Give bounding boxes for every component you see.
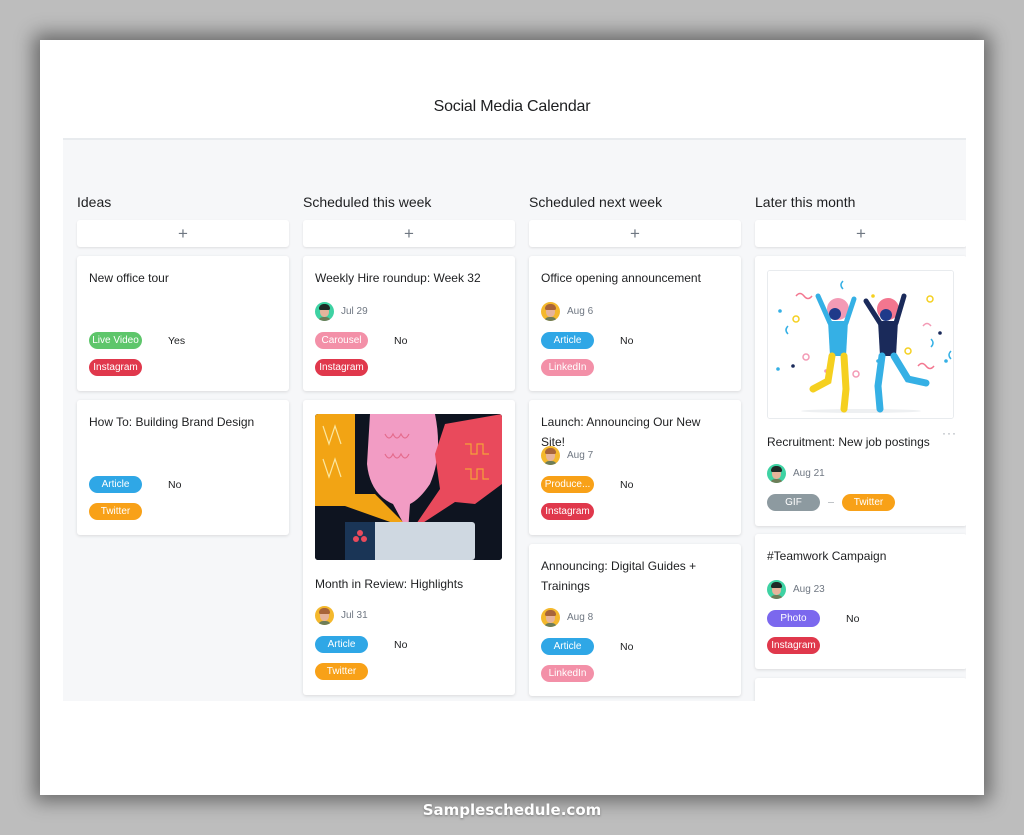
add-task-button[interactable]: + xyxy=(755,220,966,247)
due-date: Jul 29 xyxy=(341,306,368,317)
plus-icon: + xyxy=(856,223,866,243)
assignee-avatar[interactable] xyxy=(315,606,334,625)
card-title: New office tour xyxy=(89,271,169,285)
column-title: Scheduled this week xyxy=(303,194,432,210)
page-title: Social Media Calendar xyxy=(433,98,591,115)
add-task-button[interactable]: + xyxy=(77,220,289,247)
approved-value: No xyxy=(394,334,408,347)
task-card[interactable]: Recruitment: New job postings ··· Aug 21… xyxy=(755,256,966,526)
assignee-avatar[interactable] xyxy=(541,446,560,465)
task-card[interactable]: Announcing: Digital Guides + Trainings A… xyxy=(529,544,741,696)
channel-tag[interactable]: Twitter xyxy=(315,663,368,680)
card-title: Month in Review: Highlights xyxy=(315,577,464,591)
format-tag[interactable]: Article xyxy=(89,476,142,493)
format-tag[interactable]: Carousel xyxy=(315,332,368,349)
approved-value: No xyxy=(620,478,634,491)
channel-tag[interactable]: Instagram xyxy=(315,359,368,376)
approved-value: No xyxy=(394,638,408,651)
assignee-avatar[interactable] xyxy=(541,302,560,321)
document-frame: Social Media Calendar Ideas + New office… xyxy=(40,40,984,795)
format-tag[interactable]: Article xyxy=(541,638,594,655)
card-title: Office opening announcement xyxy=(541,271,701,285)
task-card[interactable]: Month in Review: Highlights Jul 31 Artic… xyxy=(303,400,515,695)
task-card[interactable]: Launch: Announcing Our New Site! Aug 7 P… xyxy=(529,400,741,535)
format-tag[interactable]: Produce... xyxy=(541,476,594,493)
column-title: Later this month xyxy=(755,194,856,210)
due-date: Jul 31 xyxy=(341,610,368,621)
assignee-avatar[interactable] xyxy=(767,464,786,483)
celebration-illustration xyxy=(767,270,954,419)
task-card[interactable]: #Teamwork Campaign Aug 23 Photo No Insta… xyxy=(755,534,966,669)
add-task-button[interactable]: + xyxy=(529,220,741,247)
format-tag[interactable]: Photo xyxy=(767,610,820,627)
speech-bubbles-illustration xyxy=(315,414,502,560)
format-tag[interactable]: Article xyxy=(541,332,594,349)
task-card-partial[interactable] xyxy=(755,678,966,701)
add-task-button[interactable]: + xyxy=(303,220,515,247)
plus-icon: + xyxy=(178,223,188,243)
due-date: Aug 23 xyxy=(793,584,825,595)
watermark: Sampleschedule.com xyxy=(422,801,602,819)
plus-icon: + xyxy=(630,223,640,243)
channel-tag[interactable]: LinkedIn xyxy=(541,665,594,682)
card-title: #Teamwork Campaign xyxy=(767,549,887,563)
channel-tag[interactable]: Instagram xyxy=(89,359,142,376)
channel-tag[interactable]: LinkedIn xyxy=(541,359,594,376)
approved-value: No xyxy=(620,640,634,653)
card-title: Recruitment: New job postings xyxy=(767,435,930,449)
format-tag[interactable]: GIF xyxy=(767,494,820,511)
task-card[interactable]: Office opening announcement Aug 6 Articl… xyxy=(529,256,741,391)
card-title: Weekly Hire roundup: Week 32 xyxy=(315,271,481,285)
approved-value: No xyxy=(846,612,860,625)
format-tag[interactable]: Article xyxy=(315,636,368,653)
column-title: Scheduled next week xyxy=(529,194,663,210)
ellipsis-icon[interactable]: ··· xyxy=(942,426,957,440)
approved-value: No xyxy=(168,478,182,491)
due-date: Aug 21 xyxy=(793,468,825,479)
due-date: Aug 8 xyxy=(567,612,594,623)
due-date: Aug 6 xyxy=(567,306,594,317)
empty-field-dash xyxy=(828,502,834,503)
assignee-avatar[interactable] xyxy=(315,302,334,321)
card-title: How To: Building Brand Design xyxy=(89,415,255,429)
task-card[interactable]: New office tour Live Video Yes Instagram xyxy=(77,256,289,391)
column-title: Ideas xyxy=(77,194,112,210)
board: Ideas + New office tour Live Video Yes I… xyxy=(63,138,966,701)
approved-value: No xyxy=(620,334,634,347)
card-title: Announcing: Digital Guides + Trainings xyxy=(541,559,697,593)
assignee-avatar[interactable] xyxy=(541,608,560,627)
approved-value: Yes xyxy=(168,334,186,347)
channel-tag[interactable]: Instagram xyxy=(767,637,820,654)
due-date: Aug 7 xyxy=(567,450,594,461)
task-card[interactable]: How To: Building Brand Design Article No… xyxy=(77,400,289,535)
assignee-avatar[interactable] xyxy=(767,580,786,599)
plus-icon: + xyxy=(404,223,414,243)
format-tag[interactable]: Live Video xyxy=(89,332,142,349)
channel-tag[interactable]: Twitter xyxy=(842,494,895,511)
channel-tag[interactable]: Twitter xyxy=(89,503,142,520)
task-card[interactable]: Weekly Hire roundup: Week 32 Jul 29 Caro… xyxy=(303,256,515,391)
channel-tag[interactable]: Instagram xyxy=(541,503,594,520)
